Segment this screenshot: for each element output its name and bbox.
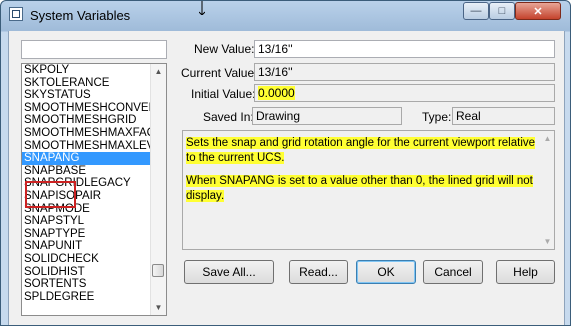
list-item[interactable]: SNAPBASE [22, 165, 151, 178]
list-item[interactable]: SNAPANG [22, 152, 151, 165]
save-all-button[interactable]: Save All... [184, 260, 274, 284]
window-title: System Variables [30, 8, 131, 23]
list-item[interactable]: SOLIDCHECK [22, 253, 151, 266]
saved-in-field: Drawing [252, 107, 402, 125]
variable-list[interactable]: SKPOLY SKTOLERANCE SKYSTATUS SMOOTHMESHCONV… [21, 63, 167, 316]
list-item[interactable]: SKYSTATUS [22, 89, 151, 102]
close-button[interactable]: ✕ [515, 2, 561, 20]
saved-in-label: Saved In: [203, 110, 254, 124]
new-value-label: New Value: [194, 42, 255, 56]
description-paragraph-1: Sets the snap and grid rotation angle fo… [186, 137, 536, 164]
description-paragraph-2: When SNAPANG is set to a value other tha… [186, 175, 533, 202]
list-item[interactable]: SKTOLERANCE [22, 77, 151, 90]
system-variables-dialog: System Variables — □ ✕ SKPOLY SKTOLERANCE… [0, 0, 571, 326]
list-item[interactable]: SMOOTHMESHGRID [22, 114, 151, 127]
list-item[interactable]: SKPOLY [22, 64, 151, 77]
list-item[interactable]: SPLDEGREE [22, 291, 151, 304]
mouse-cursor-icon [199, 1, 205, 15]
list-item[interactable]: SORTENTS [22, 278, 151, 291]
title-bar[interactable]: System Variables — □ ✕ [1, 1, 570, 31]
read-button[interactable]: Read... [289, 260, 348, 284]
scroll-up-arrow-icon[interactable]: ▲ [152, 65, 165, 78]
minimize-button[interactable]: — [463, 2, 489, 20]
scroll-thumb[interactable] [152, 264, 164, 277]
list-item[interactable]: SMOOTHMESHCONVERT [22, 102, 151, 115]
initial-value-field: 0.0000 [254, 84, 555, 102]
desc-scroll-down-arrow-icon[interactable]: ▼ [541, 235, 554, 248]
list-item[interactable]: SNAPUNIT [22, 240, 151, 253]
description-scrollbar[interactable]: ▲ ▼ [540, 131, 554, 249]
variable-filter-input[interactable] [21, 40, 167, 59]
new-value-field[interactable]: 13/16'' [254, 40, 555, 58]
help-button[interactable]: Help [496, 260, 555, 284]
list-item[interactable]: SNAPTYPE [22, 228, 151, 241]
annotation-highlight-box [25, 181, 76, 208]
type-label: Type: [422, 110, 452, 124]
ok-button[interactable]: OK [356, 260, 416, 284]
cancel-button[interactable]: Cancel [423, 260, 483, 284]
list-scrollbar[interactable]: ▲ ▼ [150, 64, 166, 315]
list-item[interactable]: SOLIDHIST [22, 266, 151, 279]
list-item[interactable]: SMOOTHMESHMAXFACE [22, 127, 151, 140]
app-window-icon [9, 7, 23, 21]
initial-value-label: Initial Value: [191, 87, 256, 101]
type-field: Real [452, 107, 555, 125]
scroll-down-arrow-icon[interactable]: ▼ [152, 301, 165, 314]
dialog-body: SKPOLY SKTOLERANCE SKYSTATUS SMOOTHMESHCONV… [8, 31, 565, 325]
current-value-label: Current Value: [181, 66, 258, 80]
current-value-field: 13/16'' [254, 63, 555, 81]
desc-scroll-up-arrow-icon[interactable]: ▲ [541, 132, 554, 145]
initial-value-text: 0.0000 [258, 86, 295, 100]
list-item[interactable]: SNAPSTYL [22, 215, 151, 228]
description-box: Sets the snap and grid rotation angle fo… [182, 130, 555, 250]
maximize-button[interactable]: □ [489, 2, 515, 20]
list-item[interactable]: SMOOTHMESHMAXLEV [22, 140, 151, 153]
